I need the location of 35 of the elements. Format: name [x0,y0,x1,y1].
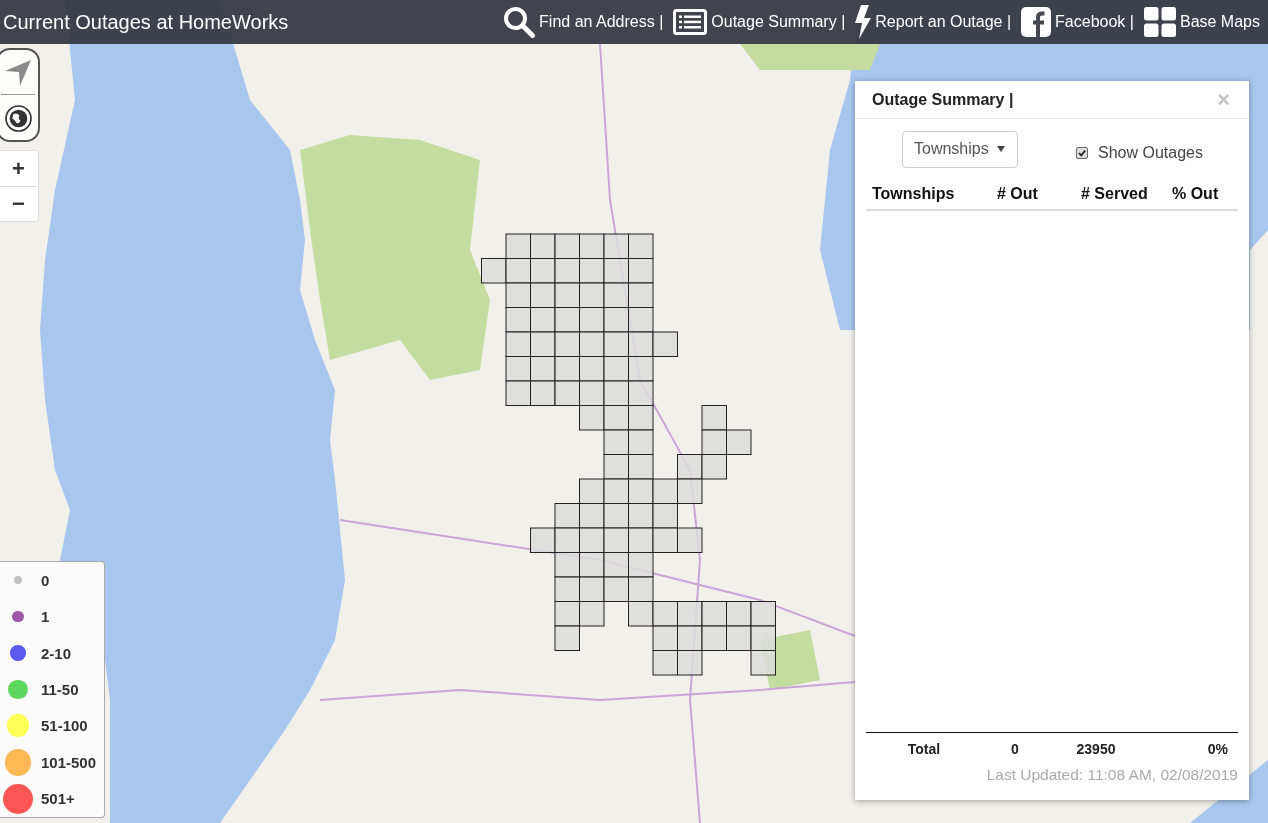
level-dropdown[interactable]: Townships [902,130,1018,168]
lightning-bolt-icon [855,5,872,39]
column-header: # Served [1080,185,1149,203]
list-icon [673,9,708,35]
menu-link[interactable]: Facebook | [1021,7,1134,37]
total-cell-text: 0% [1206,741,1229,757]
panel-title: Outage Summary | [872,90,1014,109]
menu-link[interactable]: Outage Summary | [673,9,846,35]
column-header: Townships [871,185,956,203]
show-outages-checkbox[interactable] [1076,147,1088,159]
app-title: Current Outages at HomeWorks [3,10,289,34]
legend-label: 11-50 [41,680,79,698]
menu-link[interactable]: Report an Outage | [855,5,1012,39]
zoom-out-button[interactable]: − [0,186,37,221]
grid-icon [1143,7,1176,37]
menu-link[interactable]: Find an Address | [503,6,664,38]
legend-label: 1 [41,608,50,626]
legend-label: 101-500 [41,753,97,771]
legend-label: 51-100 [41,717,88,735]
facebook-logo-icon [1021,7,1052,37]
caret-icon [997,146,1005,152]
globe-icon [4,104,32,132]
total-cell-text: Total [906,741,942,757]
search-icon [503,6,536,38]
show-outages-label: Show Outages [1098,144,1203,162]
legend-label: 2-10 [41,644,72,662]
column-header: # Out [996,185,1039,203]
menu-link[interactable]: Base Maps [1143,7,1260,37]
legend-label: 0 [41,571,50,589]
legend-label: 501+ [41,790,75,808]
column-header: % Out [1171,185,1220,203]
last-updated-text: Last Updated: 11:08 AM, 02/08/2019 [986,766,1238,784]
total-cell-text: 23950 [1075,741,1117,757]
navigation-arrow-icon [5,60,31,86]
total-cell-text: 0 [1010,741,1020,757]
